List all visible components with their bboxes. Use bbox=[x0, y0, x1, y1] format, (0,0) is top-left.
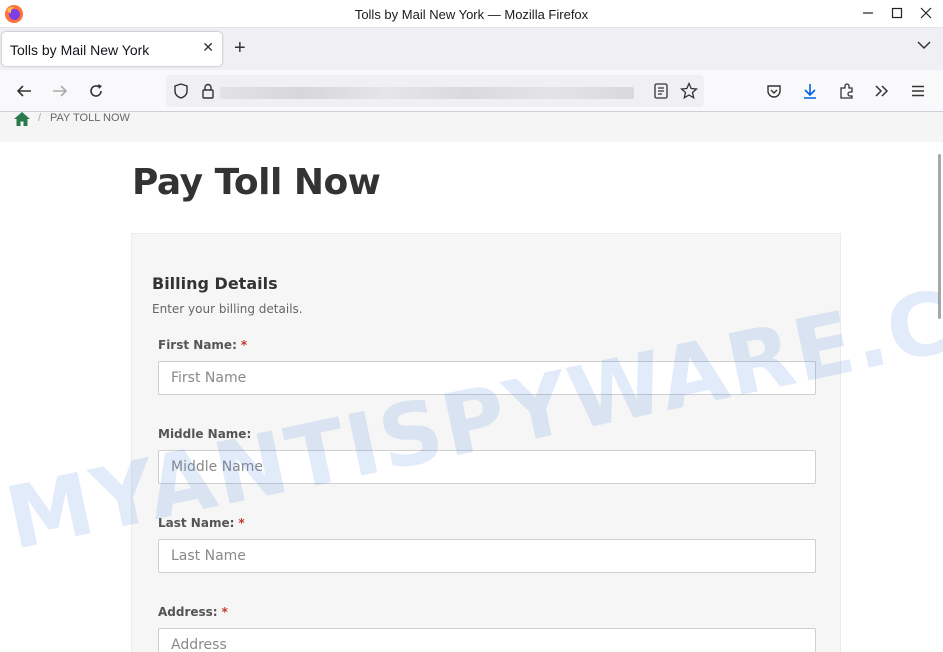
forward-button[interactable] bbox=[49, 80, 71, 102]
reload-button[interactable] bbox=[85, 80, 107, 102]
home-icon[interactable] bbox=[14, 112, 30, 126]
billing-heading: Billing Details bbox=[152, 274, 278, 293]
maximize-button[interactable] bbox=[885, 2, 909, 24]
breadcrumb-separator: / bbox=[38, 112, 42, 124]
more-tools-button[interactable] bbox=[870, 80, 892, 102]
first-name-input[interactable] bbox=[158, 361, 816, 395]
pocket-icon bbox=[767, 85, 781, 98]
reload-icon bbox=[90, 84, 102, 97]
download-icon bbox=[804, 84, 816, 99]
required-mark: * bbox=[221, 605, 228, 619]
back-button[interactable] bbox=[13, 80, 35, 102]
app-menu-button[interactable] bbox=[907, 80, 929, 102]
close-window-button[interactable] bbox=[914, 2, 938, 24]
last-name-label: Last Name: * bbox=[158, 516, 245, 530]
middle-name-label: Middle Name: bbox=[158, 427, 251, 441]
page-content: / PAY TOLL NOW Pay Toll Now Billing Deta… bbox=[0, 112, 943, 652]
downloads-button[interactable] bbox=[799, 80, 821, 102]
back-arrow-icon bbox=[16, 85, 31, 97]
billing-form-card: Billing Details Enter your billing detai… bbox=[131, 233, 841, 652]
minimize-icon bbox=[863, 12, 873, 14]
extensions-button[interactable] bbox=[836, 80, 858, 102]
list-all-tabs-icon[interactable] bbox=[917, 40, 931, 50]
new-tab-button[interactable]: + bbox=[234, 37, 246, 60]
window-titlebar: Tolls by Mail New York — Mozilla Firefox bbox=[0, 0, 943, 28]
middle-name-input[interactable] bbox=[158, 450, 816, 484]
tab-tolls-by-mail[interactable]: Tolls by Mail New York ✕ bbox=[2, 32, 222, 66]
maximize-icon bbox=[891, 7, 903, 19]
last-name-label-text: Last Name: bbox=[158, 516, 235, 530]
hamburger-menu-icon bbox=[912, 85, 924, 97]
tab-title: Tolls by Mail New York bbox=[10, 42, 150, 58]
reader-view-icon[interactable] bbox=[654, 83, 668, 99]
first-name-label-text: First Name: bbox=[158, 338, 237, 352]
tab-close-icon[interactable]: ✕ bbox=[202, 39, 214, 56]
middle-name-label-text: Middle Name: bbox=[158, 427, 252, 441]
close-icon bbox=[920, 7, 932, 19]
breadcrumb: / PAY TOLL NOW bbox=[0, 112, 943, 142]
url-text-blurred[interactable] bbox=[220, 87, 634, 99]
page-title: Pay Toll Now bbox=[132, 162, 381, 203]
last-name-input[interactable] bbox=[158, 539, 816, 573]
shield-icon[interactable] bbox=[174, 83, 188, 99]
minimize-button[interactable] bbox=[856, 2, 880, 24]
address-label: Address: * bbox=[158, 605, 228, 619]
address-input[interactable] bbox=[158, 628, 816, 652]
billing-subtitle: Enter your billing details. bbox=[152, 302, 303, 316]
required-mark: * bbox=[238, 516, 245, 530]
required-mark: * bbox=[240, 338, 248, 352]
breadcrumb-current: PAY TOLL NOW bbox=[50, 112, 130, 124]
first-name-label: First Name: * bbox=[158, 338, 247, 352]
pocket-button[interactable] bbox=[763, 80, 785, 102]
lock-icon[interactable] bbox=[202, 83, 214, 99]
navigation-toolbar bbox=[0, 70, 943, 112]
puzzle-extensions-icon bbox=[840, 83, 853, 99]
double-chevron-right-icon bbox=[875, 85, 889, 97]
url-bar[interactable] bbox=[166, 75, 704, 107]
tab-strip: Tolls by Mail New York ✕ + bbox=[0, 28, 943, 70]
address-label-text: Address: bbox=[158, 605, 218, 619]
page-scrollbar[interactable] bbox=[938, 154, 941, 319]
bookmark-star-icon[interactable] bbox=[680, 82, 698, 100]
forward-arrow-icon bbox=[53, 85, 68, 97]
window-title: Tolls by Mail New York — Mozilla Firefox bbox=[354, 7, 589, 22]
